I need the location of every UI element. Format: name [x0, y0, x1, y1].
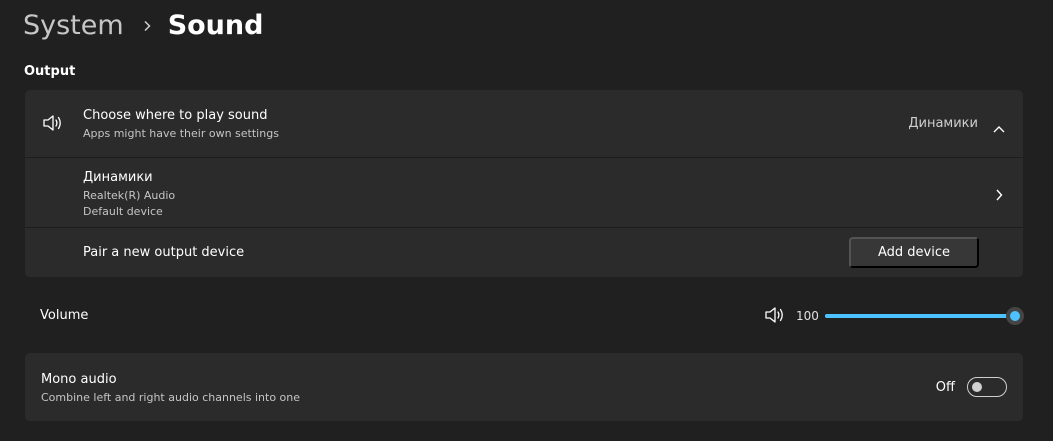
- choose-output-row[interactable]: Choose where to play sound Apps might ha…: [25, 90, 1023, 157]
- selected-output-device: Динамики: [908, 116, 978, 131]
- pair-device-row: Pair a new output device Add device: [25, 228, 1023, 277]
- device-name: Динамики: [83, 170, 153, 185]
- output-device-item[interactable]: Динамики Realtek(R) Audio Default device: [25, 158, 1023, 227]
- sound-settings-page: System Sound Output Choose where to play…: [0, 0, 1053, 441]
- volume-label: Volume: [40, 308, 89, 323]
- chevron-up-icon[interactable]: [993, 118, 1005, 137]
- mono-audio-title: Mono audio: [41, 372, 117, 387]
- volume-row: Volume 100: [25, 294, 1024, 338]
- add-device-button[interactable]: Add device: [849, 237, 979, 268]
- breadcrumb: System Sound: [23, 8, 263, 44]
- mono-audio-toggle[interactable]: [967, 377, 1007, 397]
- section-label-output: Output: [24, 64, 76, 79]
- mono-audio-state: Off: [935, 380, 955, 395]
- volume-slider-fill: [825, 314, 1015, 318]
- device-driver: Realtek(R) Audio: [83, 189, 176, 202]
- speaker-volume-icon[interactable]: [764, 306, 786, 328]
- volume-slider-thumb[interactable]: [1006, 307, 1024, 325]
- chevron-right-icon: [995, 186, 1003, 205]
- choose-output-title: Choose where to play sound: [83, 108, 268, 123]
- pair-device-label: Pair a new output device: [83, 245, 245, 260]
- toggle-knob: [972, 382, 982, 392]
- mono-audio-subtitle: Combine left and right audio channels in…: [41, 391, 301, 404]
- breadcrumb-system[interactable]: System: [23, 8, 124, 44]
- speaker-icon: [42, 114, 64, 136]
- output-card: Choose where to play sound Apps might ha…: [25, 90, 1023, 277]
- choose-output-subtitle: Apps might have their own settings: [83, 127, 279, 140]
- volume-slider[interactable]: [825, 314, 1015, 318]
- page-title: Sound: [167, 10, 264, 41]
- device-status: Default device: [83, 205, 163, 218]
- volume-value: 100: [796, 309, 819, 323]
- mono-audio-card: Mono audio Combine left and right audio …: [25, 353, 1023, 421]
- chevron-right-icon: [142, 20, 152, 32]
